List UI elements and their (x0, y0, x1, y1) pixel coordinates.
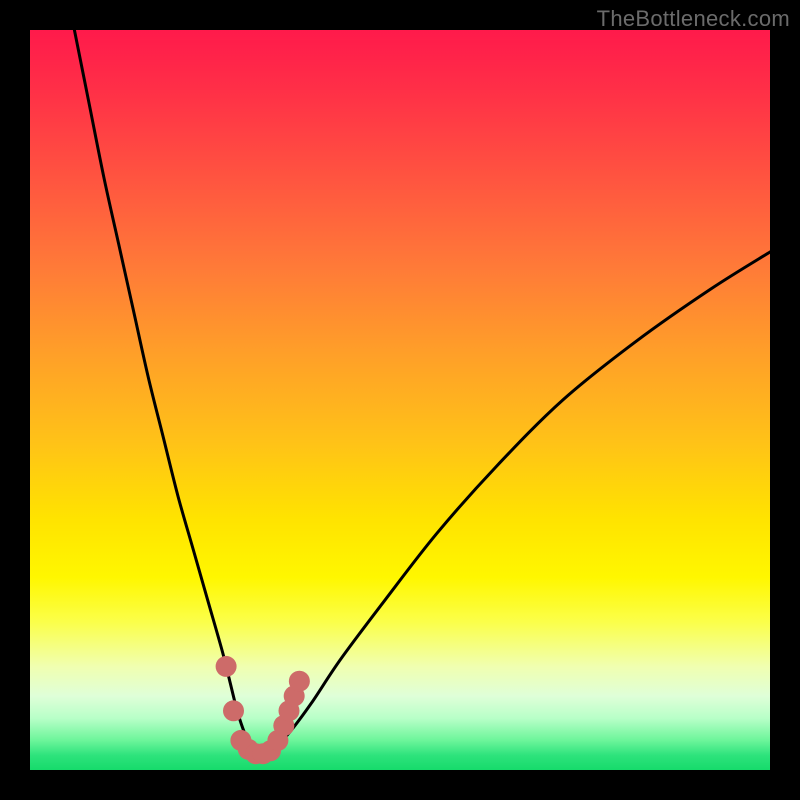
plot-area (30, 30, 770, 770)
marker-right-5 (289, 671, 310, 692)
marker-left-upper (216, 656, 237, 677)
chart-frame: TheBottleneck.com (0, 0, 800, 800)
curve-layer (30, 30, 770, 770)
marker-group (216, 656, 310, 764)
bottleneck-curve (74, 30, 770, 756)
watermark-text: TheBottleneck.com (597, 6, 790, 32)
bottleneck-curve-path (74, 30, 770, 756)
marker-left-lower (223, 700, 244, 721)
